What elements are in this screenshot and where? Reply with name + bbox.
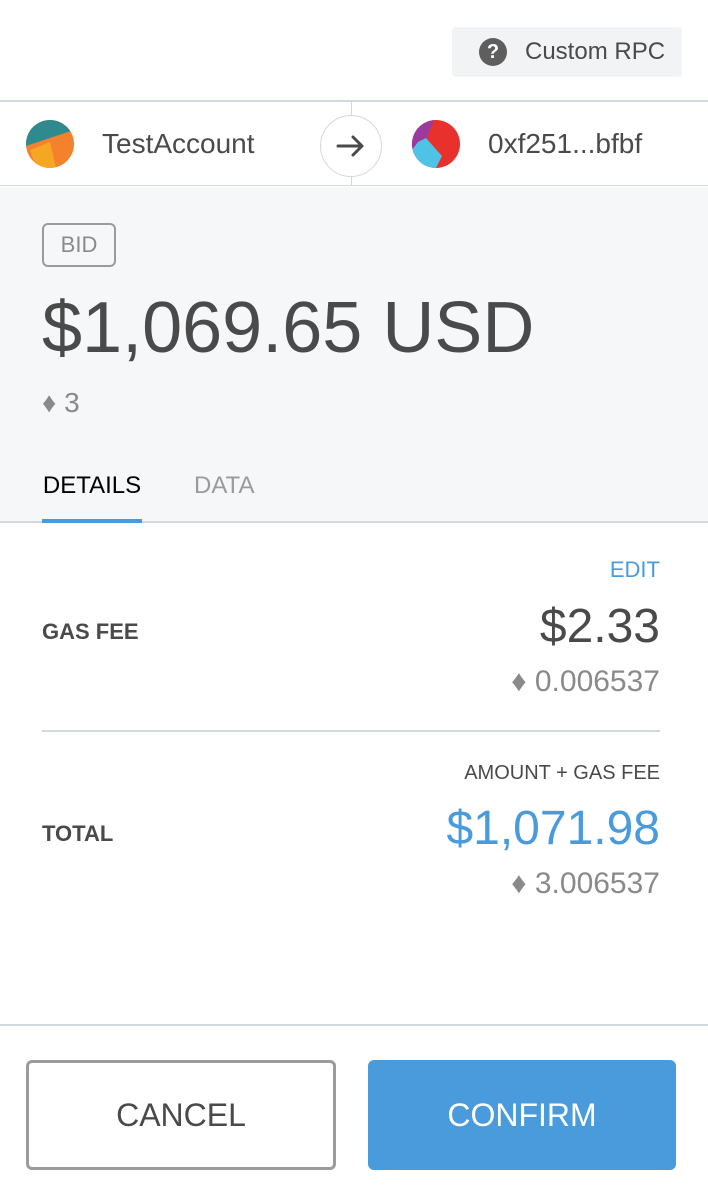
tab-bar: DETAILS DATA <box>0 472 708 523</box>
cancel-button[interactable]: CANCEL <box>26 1060 336 1170</box>
gas-fee-label: GAS FEE <box>42 619 139 644</box>
amount-eth: ♦ 3 <box>42 387 80 418</box>
tab-details[interactable]: DETAILS <box>42 472 142 523</box>
network-label: Custom RPC <box>525 38 666 65</box>
network-selector[interactable]: ? Custom RPC <box>452 27 682 77</box>
recipient[interactable]: 0xf251...bfbf <box>412 102 642 186</box>
total-eth: ♦ 3.006537 <box>511 867 660 900</box>
gas-fee-fiat: $2.33 <box>539 600 660 653</box>
recipient-identicon <box>412 120 460 168</box>
header: ? Custom RPC <box>0 0 708 102</box>
gas-fee-eth: ♦ 0.006537 <box>511 665 660 698</box>
total-subheading: AMOUNT + GAS FEE <box>464 762 660 784</box>
sender-to-recipient: TestAccount 0xf251...bfbf <box>0 102 708 186</box>
footer: CANCEL CONFIRM <box>0 1024 708 1200</box>
action-badge: BID <box>42 223 116 267</box>
sender[interactable]: TestAccount <box>26 102 255 186</box>
question-circle-icon: ? <box>479 38 507 66</box>
sender-name: TestAccount <box>102 128 255 159</box>
tab-data[interactable]: DATA <box>194 472 254 521</box>
confirm-button[interactable]: CONFIRM <box>368 1060 676 1170</box>
total-fiat: $1,071.98 <box>446 802 660 855</box>
edit-gas-button[interactable]: EDIT <box>610 557 660 583</box>
section-divider <box>42 730 660 732</box>
transaction-summary: BID $1,069.65 USD ♦ 3 DETAILS DATA <box>0 187 708 523</box>
sender-identicon <box>26 120 74 168</box>
details-panel: EDIT GAS FEE $2.33 ♦ 0.006537 AMOUNT + G… <box>0 523 708 1025</box>
arrow-right-icon <box>320 115 382 177</box>
recipient-address: 0xf251...bfbf <box>488 128 643 159</box>
amount-fiat: $1,069.65 USD <box>42 288 535 368</box>
total-label: TOTAL <box>42 821 114 846</box>
